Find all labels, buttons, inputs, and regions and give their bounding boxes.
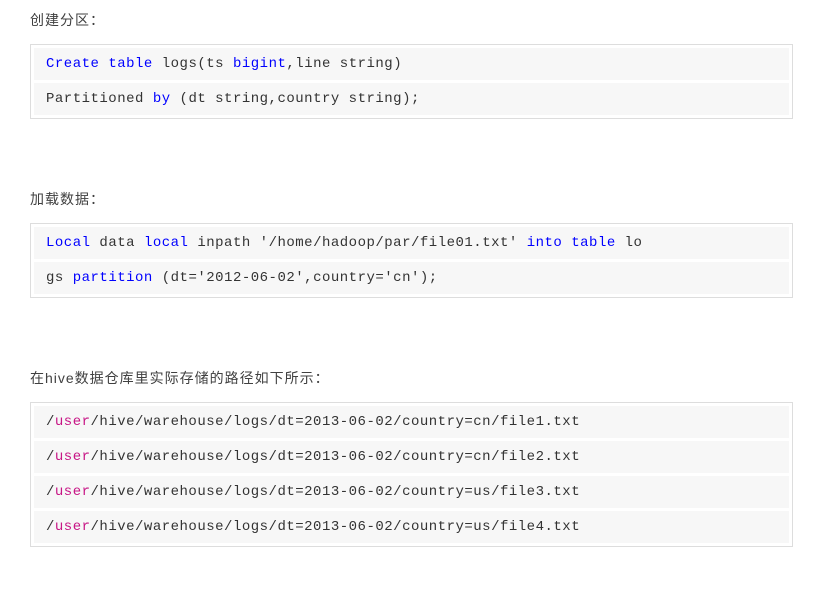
section-title-storage-path: 在hive数据仓库里实际存储的路径如下所示：	[30, 368, 793, 388]
code-line: Create table logs(ts bigint,line string)	[34, 48, 789, 80]
keyword-partition: partition	[73, 270, 153, 286]
code-line: /user/hive/warehouse/logs/dt=2013-06-02/…	[34, 441, 789, 473]
code-text: /hive/warehouse/logs/dt=2013-06-02/count…	[91, 484, 581, 500]
code-block-load-data: Local data local inpath '/home/hadoop/pa…	[30, 223, 793, 298]
code-line: Partitioned by (dt string,country string…	[34, 83, 789, 115]
keyword-table: table	[108, 56, 153, 72]
code-line: /user/hive/warehouse/logs/dt=2013-06-02/…	[34, 511, 789, 543]
keyword-user: user	[55, 484, 91, 500]
code-text: data	[91, 235, 144, 251]
code-line: Local data local inpath '/home/hadoop/pa…	[34, 227, 789, 259]
code-line: gs partition (dt='2012-06-02',country='c…	[34, 262, 789, 294]
code-text: inpath '/home/hadoop/par/file01.txt'	[188, 235, 526, 251]
code-text	[562, 235, 571, 251]
code-text: /	[46, 414, 55, 430]
keyword-table: table	[571, 235, 616, 251]
code-text: ,line string)	[286, 56, 402, 72]
keyword-user: user	[55, 449, 91, 465]
keyword-bigint: bigint	[233, 56, 286, 72]
code-text: /hive/warehouse/logs/dt=2013-06-02/count…	[91, 414, 581, 430]
code-text: /hive/warehouse/logs/dt=2013-06-02/count…	[91, 449, 581, 465]
code-text: logs(ts	[153, 56, 233, 72]
code-line: /user/hive/warehouse/logs/dt=2013-06-02/…	[34, 406, 789, 438]
code-text: /	[46, 449, 55, 465]
code-text: lo	[616, 235, 643, 251]
code-text	[99, 56, 108, 72]
keyword-create: Create	[46, 56, 99, 72]
keyword-by: by	[153, 91, 171, 107]
code-text: gs	[46, 270, 73, 286]
code-text: (dt string,country string);	[171, 91, 420, 107]
code-text: /hive/warehouse/logs/dt=2013-06-02/count…	[91, 519, 581, 535]
code-text: /	[46, 484, 55, 500]
keyword-local: local	[144, 235, 189, 251]
code-text: (dt='2012-06-02',country='cn');	[153, 270, 438, 286]
code-block-create-partition: Create table logs(ts bigint,line string)…	[30, 44, 793, 119]
keyword-local: Local	[46, 235, 91, 251]
keyword-user: user	[55, 414, 91, 430]
keyword-user: user	[55, 519, 91, 535]
code-text: /	[46, 519, 55, 535]
code-line: /user/hive/warehouse/logs/dt=2013-06-02/…	[34, 476, 789, 508]
code-text: Partitioned	[46, 91, 153, 107]
code-block-storage-path: /user/hive/warehouse/logs/dt=2013-06-02/…	[30, 402, 793, 547]
section-title-create-partition: 创建分区：	[30, 10, 793, 30]
keyword-into: into	[527, 235, 563, 251]
section-title-load-data: 加载数据：	[30, 189, 793, 209]
